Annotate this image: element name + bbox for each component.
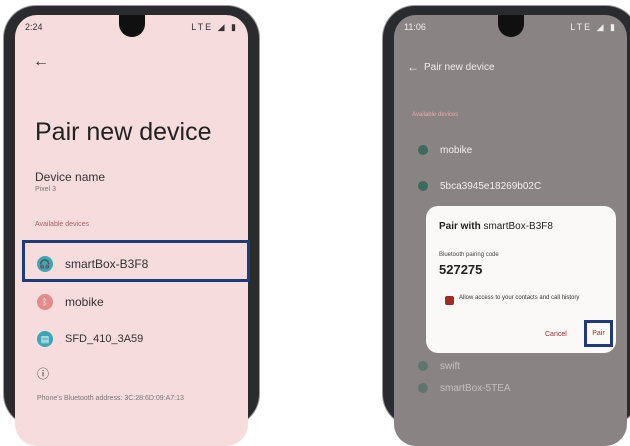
pairing-code-label: Bluetooth pairing code	[439, 252, 499, 258]
contacts-access-checkbox[interactable]	[445, 296, 454, 305]
available-devices-header: Available devices	[35, 221, 89, 228]
device-name-label: Device name	[35, 170, 106, 184]
bluetooth-icon: ᛒ	[37, 294, 53, 310]
dialog-title-prefix: Pair with	[439, 221, 481, 232]
pair-dialog: Pair with smartBox-B3F8 Bluetooth pairin…	[426, 206, 616, 353]
device-name: mobike	[440, 144, 473, 156]
device-name: swift	[440, 360, 460, 372]
page-title: Pair new device	[35, 118, 212, 146]
list-item-swift[interactable]: swift	[418, 356, 460, 376]
pair-new-device-screen: 2:24 LTE ◢ ▮ ← Pair new device Device na…	[15, 15, 248, 446]
camera-notch	[497, 15, 524, 37]
list-item-sfd[interactable]: ▤ SFD_410_3A59	[37, 325, 143, 353]
pairing-dialog-screen: 11:06 LTE ◢ ▮ ← Pair new device Availabl…	[394, 15, 627, 446]
contacts-access-label: Allow access to your contacts and call h…	[459, 295, 580, 301]
back-arrow-icon[interactable]: ←	[407, 60, 419, 74]
device-name-value: Pixel 3	[35, 186, 57, 193]
device-name: mobike	[65, 295, 104, 309]
dialog-title: Pair with smartBox-B3F8	[439, 221, 553, 232]
pairing-code: 527275	[439, 262, 483, 277]
status-time: 2:24	[25, 22, 43, 32]
back-arrow-icon[interactable]: ←	[33, 53, 49, 71]
status-time: 11:06	[404, 22, 426, 32]
list-item-5bca[interactable]: 5bca3945e18269b02C	[418, 176, 541, 196]
bluetooth-icon	[418, 145, 428, 155]
device-name: 5bca3945e18269b02C	[440, 180, 542, 192]
status-icons: LTE ◢ ▮	[570, 21, 617, 32]
list-item-mobike[interactable]: ᛒ mobike	[37, 288, 104, 316]
dialog-title-device: smartBox-B3F8	[483, 221, 553, 232]
smartbox-highlight-frame	[22, 240, 250, 282]
info-icon: ⓘ	[37, 367, 50, 381]
device-name: SFD_410_3A59	[65, 333, 144, 345]
cancel-button[interactable]: Cancel	[545, 331, 567, 338]
bluetooth-address-text: Phone's Bluetooth address: 3C:28:6D:09:A…	[37, 395, 184, 402]
headset-icon	[418, 383, 428, 393]
pair-button[interactable]: Pair	[584, 320, 613, 347]
status-icons: LTE ◢ ▮	[191, 21, 238, 32]
phone-right: 11:06 LTE ◢ ▮ ← Pair new device Availabl…	[383, 6, 630, 446]
list-item-mobike[interactable]: mobike	[418, 140, 472, 160]
phone-left: 2:24 LTE ◢ ▮ ← Pair new device Device na…	[4, 6, 259, 446]
bluetooth-icon	[418, 361, 428, 371]
available-devices-header: Available devices	[412, 112, 459, 118]
bluetooth-icon	[418, 181, 428, 191]
list-item-smartbox-5tea[interactable]: smartBox-5TEA	[418, 378, 511, 398]
camera-notch	[118, 15, 145, 37]
printer-icon: ▤	[37, 331, 53, 347]
page-title: Pair new device	[424, 62, 495, 73]
device-name: smartBox-5TEA	[440, 382, 511, 394]
